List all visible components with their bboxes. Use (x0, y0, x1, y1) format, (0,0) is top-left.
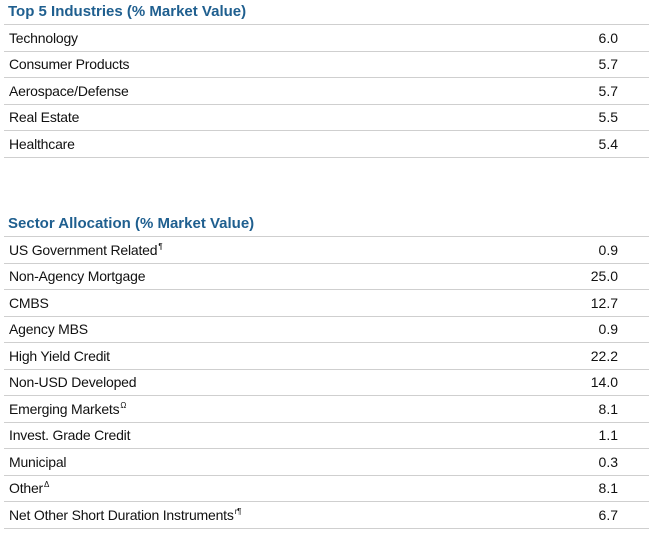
table-row: Emerging MarketsΩ 8.1 (4, 396, 649, 423)
footnote-marker: r¶ (234, 506, 242, 516)
sector-allocation-table: Sector Allocation (% Market Value) US Go… (4, 212, 649, 529)
sector-allocation-title: Sector Allocation (% Market Value) (4, 212, 649, 237)
row-label: Non-USD Developed (9, 374, 137, 390)
row-value: 14.0 (590, 374, 618, 391)
table-row: Invest. Grade Credit 1.1 (4, 423, 649, 449)
row-label: Healthcare (9, 135, 75, 152)
row-label: Municipal (9, 454, 67, 470)
row-label: Real Estate (9, 109, 80, 126)
row-label-text: Non-USD Developed (9, 374, 137, 391)
table-row: Agency MBS 0.9 (4, 317, 649, 343)
row-value: 22.2 (590, 347, 618, 364)
table-row: OtherΔ 8.1 (4, 476, 649, 502)
top-industries-table: Top 5 Industries (% Market Value) Techno… (4, 0, 649, 158)
row-value: 12.7 (590, 294, 618, 311)
row-label: Consumer Products (9, 56, 130, 73)
table-row: Non-Agency Mortgage 25.0 (4, 264, 649, 290)
row-label-text: Non-Agency Mortgage (9, 268, 146, 285)
table-row: Real Estate 5.5 (4, 105, 649, 131)
row-label: High Yield Credit (9, 348, 111, 364)
row-value: 5.4 (598, 135, 618, 152)
row-label-text: US Government Related (9, 241, 158, 258)
row-label-text: High Yield Credit (9, 347, 110, 364)
row-value: 8.1 (598, 480, 618, 497)
table-row: Aerospace/Defense 5.7 (4, 78, 649, 105)
row-label-text: Net Other Short Duration Instruments (9, 506, 234, 523)
row-label-text: Municipal (9, 453, 67, 470)
row-label: Aerospace/Defense (9, 82, 129, 99)
row-value: 8.1 (598, 400, 618, 417)
row-value: 0.9 (598, 241, 618, 258)
row-label: Non-Agency Mortgage (9, 268, 146, 284)
table-row: Non-USD Developed 14.0 (4, 370, 649, 396)
table-row: Net Other Short Duration Instrumentsr¶ 6… (4, 502, 649, 529)
row-label-text: Invest. Grade Credit (9, 427, 131, 444)
row-label-text: Emerging Markets (9, 400, 120, 417)
table-row: CMBS 12.7 (4, 290, 649, 317)
row-value: 6.7 (598, 506, 618, 523)
row-value: 0.9 (598, 321, 618, 338)
row-label: Invest. Grade Credit (9, 427, 131, 443)
row-label: Agency MBS (9, 321, 89, 337)
row-label-text: CMBS (9, 294, 49, 311)
row-value: 5.5 (598, 109, 618, 126)
row-label-text: Other (9, 480, 44, 497)
row-value: 1.1 (598, 427, 618, 444)
row-label: OtherΔ (9, 480, 49, 496)
row-value: 5.7 (598, 82, 618, 99)
table-row: Healthcare 5.4 (4, 131, 649, 158)
table-row: Consumer Products 5.7 (4, 52, 649, 78)
table-row: Technology 6.0 (4, 25, 649, 52)
row-value: 5.7 (598, 56, 618, 73)
row-label-text: Agency MBS (9, 321, 88, 338)
footnote-marker: Ω (120, 400, 127, 410)
footnote-marker: Δ (44, 480, 50, 490)
row-label: CMBS (9, 295, 50, 311)
row-value: 25.0 (590, 268, 618, 285)
row-value: 0.3 (598, 453, 618, 470)
row-label: Emerging MarketsΩ (9, 401, 126, 417)
top-industries-title: Top 5 Industries (% Market Value) (4, 0, 649, 25)
row-value: 6.0 (598, 29, 618, 46)
row-label: Net Other Short Duration Instrumentsr¶ (9, 507, 241, 523)
row-label: US Government Related¶ (9, 241, 163, 258)
table-row: US Government Related¶ 0.9 (4, 237, 649, 264)
table-row: Municipal 0.3 (4, 449, 649, 476)
table-row: High Yield Credit 22.2 (4, 343, 649, 370)
row-label: Technology (9, 29, 78, 46)
footnote-marker: ¶ (158, 241, 163, 251)
